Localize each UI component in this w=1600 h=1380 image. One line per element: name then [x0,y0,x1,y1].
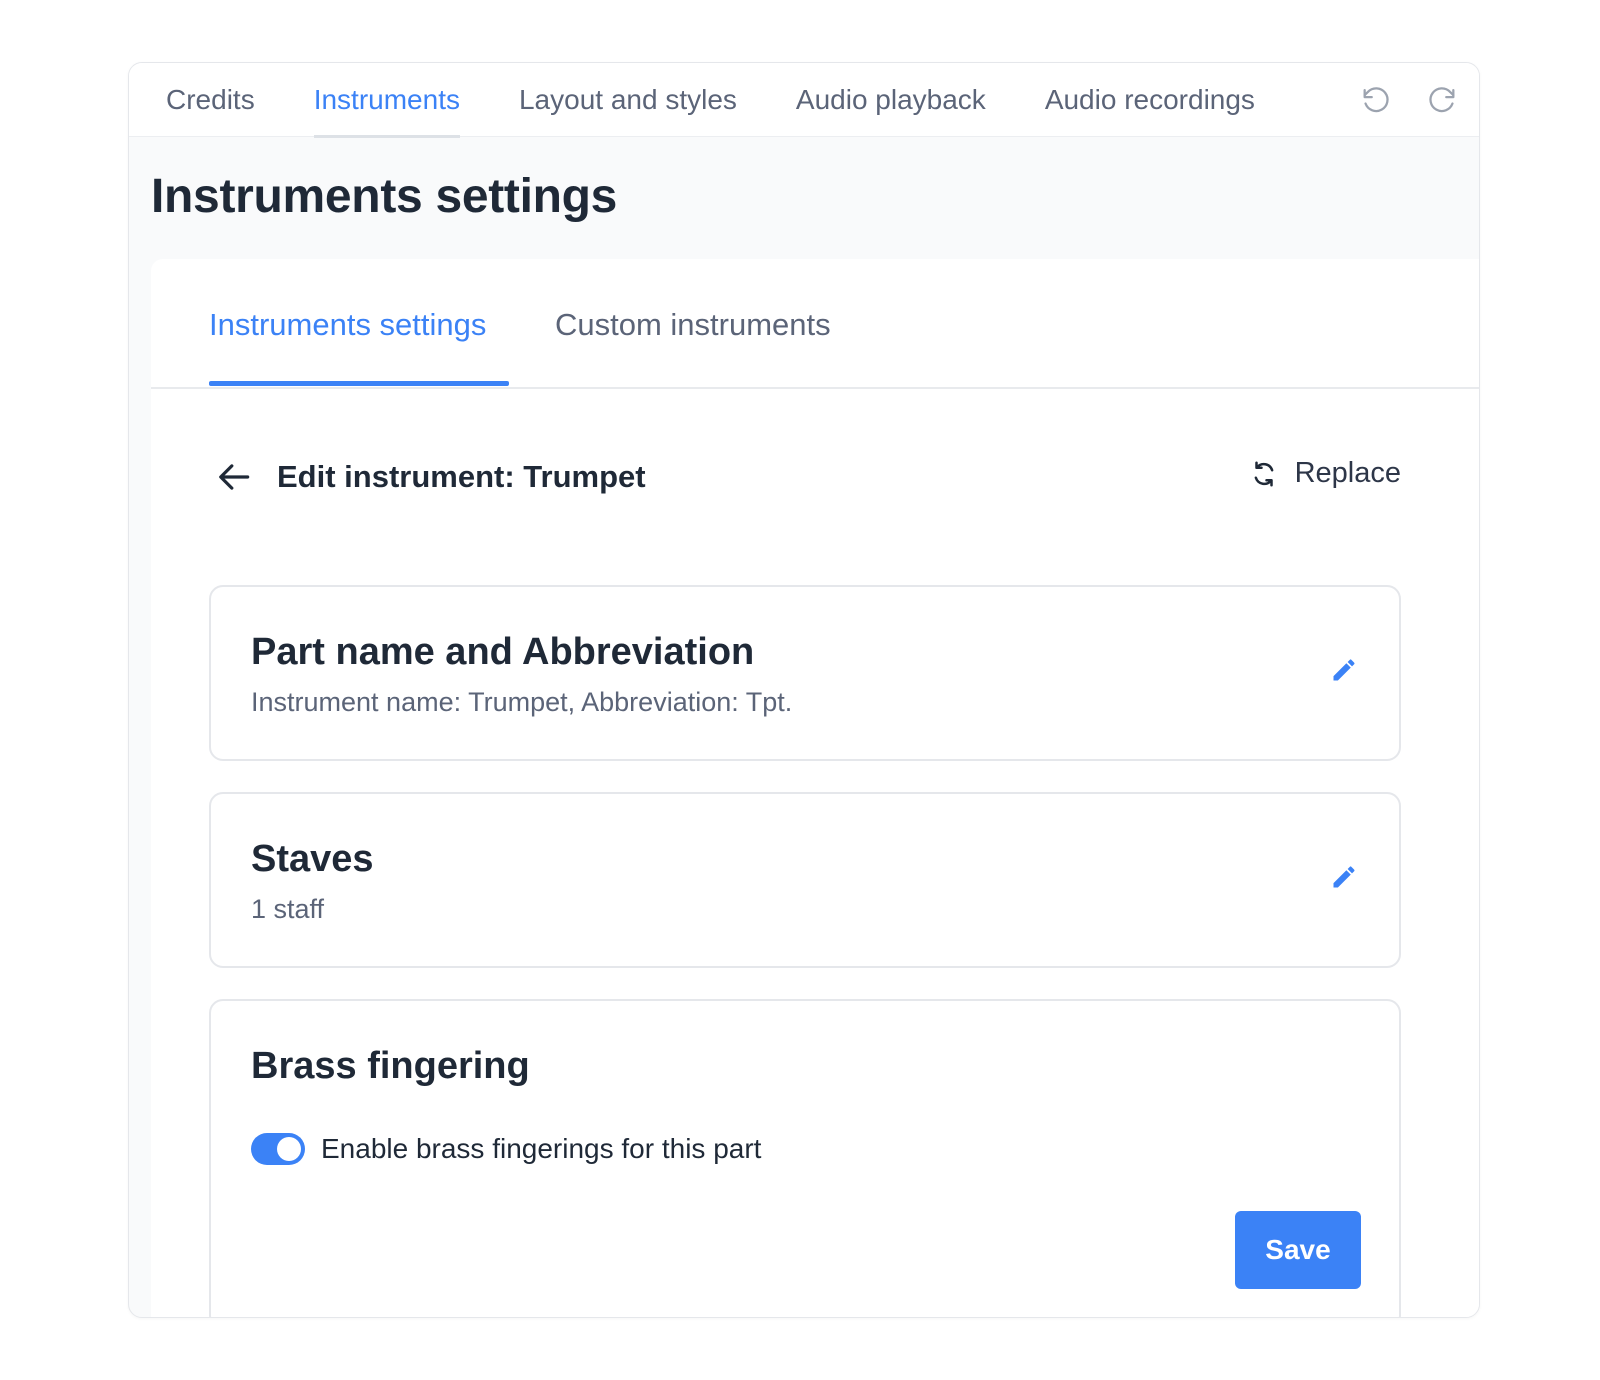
brass-fingering-toggle[interactable] [251,1133,305,1165]
redo-button[interactable] [1423,81,1461,119]
subtab-custom-instruments[interactable]: Custom instruments [555,307,831,343]
part-name-card: Part name and Abbreviation Instrument na… [209,585,1401,761]
part-name-card-title: Part name and Abbreviation [251,631,755,673]
back-button[interactable] [211,453,259,501]
refresh-icon [1254,461,1273,486]
history-controls [1357,81,1461,119]
part-name-card-subtitle: Instrument name: Trumpet, Abbreviation: … [251,687,793,717]
save-button[interactable]: Save [1235,1211,1361,1289]
redo-icon [1429,87,1455,113]
toggle-knob [277,1137,301,1161]
active-subtab-indicator [209,381,509,386]
edit-part-name-button[interactable] [1327,653,1361,687]
pencil-icon [1333,866,1355,888]
tab-audio-playback[interactable]: Audio playback [796,63,986,137]
replace-label: Replace [1294,457,1401,489]
staves-card-title: Staves [251,838,374,880]
top-tab-bar: Credits Instruments Layout and styles Au… [129,63,1479,138]
sub-tab-bar: Instruments settings Custom instruments [151,259,1479,389]
staves-card-subtitle: 1 staff [251,894,325,924]
page-title: Instruments settings [151,170,618,223]
tab-audio-recordings[interactable]: Audio recordings [1045,63,1255,137]
brass-fingering-toggle-label: Enable brass fingerings for this part [321,1133,762,1164]
edit-instrument-header: Edit instrument: Trumpet Replace [209,449,1401,505]
undo-icon [1363,87,1389,113]
replace-button[interactable]: Replace [1249,457,1401,490]
brass-fingering-card: Brass fingering Enable brass fingerings … [209,999,1401,1317]
edit-staves-button[interactable] [1327,860,1361,894]
pencil-icon [1333,659,1355,681]
edit-instrument-title: Edit instrument: Trumpet [277,459,646,494]
settings-panel: Instruments settings Custom instruments … [151,259,1479,1317]
settings-window: Credits Instruments Layout and styles Au… [128,62,1480,1318]
arrow-left-icon [219,464,250,490]
tab-layout-and-styles[interactable]: Layout and styles [519,63,737,137]
undo-button[interactable] [1357,81,1395,119]
subtab-instruments-settings[interactable]: Instruments settings [209,307,486,343]
brass-fingering-toggle-row: Enable brass fingerings for this part [251,1133,761,1165]
tab-credits[interactable]: Credits [166,63,255,137]
staves-card: Staves 1 staff [209,792,1401,968]
brass-fingering-card-title: Brass fingering [251,1045,530,1087]
tab-instruments[interactable]: Instruments [313,63,461,138]
